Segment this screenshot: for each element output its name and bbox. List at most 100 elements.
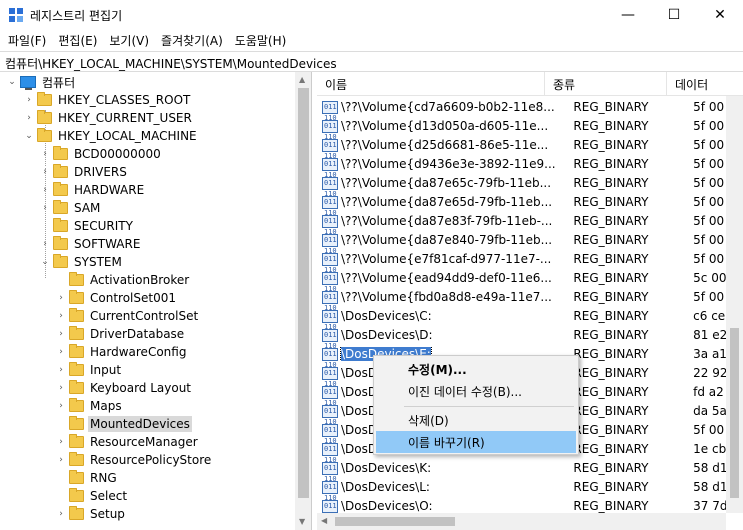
value-type: REG_BINARY [573, 480, 649, 494]
tree-node-keyboard-layout[interactable]: › Keyboard Layout [56, 379, 193, 397]
tree-node-select[interactable]: Select [56, 487, 129, 505]
list-row[interactable]: 011 110 \??\Volume{fbd0a8d8-e49a-11e7... RE… [317, 288, 743, 312]
tree-label: Select [90, 489, 128, 503]
list-horizontal-scrollbar[interactable]: ◀ [317, 513, 726, 530]
folder-icon [37, 92, 52, 106]
tree-node-activationbroker[interactable]: ActivationBroker [56, 271, 191, 289]
tree-node-driverdatabase[interactable]: › DriverDatabase [56, 325, 186, 343]
chevron-right-icon[interactable]: › [24, 109, 34, 127]
value-type: REG_BINARY [573, 290, 649, 304]
tree-node-security[interactable]: SECURITY [40, 217, 135, 235]
tree-node-resourcemanager[interactable]: › ResourceManager [56, 433, 200, 451]
menu-file[interactable]: 파일(F) [2, 32, 52, 49]
scroll-up-arrow-icon[interactable]: ▲ [299, 75, 305, 84]
chevron-right-icon[interactable]: › [40, 235, 50, 253]
column-header-name[interactable]: 이름 [317, 72, 545, 96]
context-menu-modify-binary[interactable]: 이진 데이터 수정(B)... [376, 380, 576, 402]
context-menu-modify[interactable]: 수정(M)... [376, 358, 576, 380]
folder-icon [53, 236, 68, 250]
chevron-right-icon[interactable]: › [56, 433, 66, 451]
tree-label: HKEY_LOCAL_MACHINE [58, 129, 197, 143]
folder-icon [69, 290, 84, 304]
tree-node-hkcr[interactable]: › HKEY_CLASSES_ROOT [24, 91, 192, 109]
scroll-left-arrow-icon[interactable]: ◀ [321, 516, 327, 525]
list-row[interactable]: 011 110 \??\Volume{da87e65d-79fb-11eb... RE… [317, 193, 743, 217]
chevron-right-icon[interactable]: › [56, 379, 66, 397]
list-row[interactable]: 011 110 \DosDevices\K: REG_BINARY 58 d1 52 [317, 459, 743, 483]
list-row[interactable]: 011 110 \??\Volume{d13d050a-d605-11e... REG… [317, 117, 743, 141]
column-header-type[interactable]: 종류 [545, 72, 667, 96]
tree-node-setup[interactable]: › Setup [56, 505, 127, 523]
chevron-down-icon[interactable]: ⌄ [24, 127, 34, 145]
list-row[interactable]: 011 110 \DosDevices\C: REG_BINARY c6 ce 0d [317, 307, 743, 331]
list-row[interactable]: 011 110 \DosDevices\L: REG_BINARY 58 d1 52 [317, 478, 743, 502]
menu-help[interactable]: 도움말(H) [229, 32, 293, 49]
tree-node-mounteddevices[interactable]: MountedDevices [56, 415, 192, 433]
list-vscroll-thumb[interactable] [730, 328, 739, 498]
list-row[interactable]: 011 110 \??\Volume{e7f81caf-d977-11e7-... R… [317, 250, 743, 274]
list-row[interactable]: 011 110 \??\Volume{da87e840-79fb-11eb... RE… [317, 231, 743, 255]
context-menu-rename[interactable]: 이름 바꾸기(R) [376, 431, 576, 453]
scroll-down-arrow-icon[interactable]: ▼ [299, 517, 305, 526]
tree-node-maps[interactable]: › Maps [56, 397, 124, 415]
chevron-down-icon[interactable]: ⌄ [7, 73, 17, 91]
chevron-right-icon[interactable]: › [40, 163, 50, 181]
tree-scrollbar[interactable]: ▲ ▼ [295, 72, 311, 530]
folder-icon [69, 506, 84, 520]
address-bar[interactable]: 컴퓨터\HKEY_LOCAL_MACHINE\SYSTEM\MountedDev… [0, 51, 743, 72]
tree-node-hardwareconfig[interactable]: › HardwareConfig [56, 343, 188, 361]
tree-node-input[interactable]: › Input [56, 361, 123, 379]
column-header-data[interactable]: 데이터 [667, 72, 743, 96]
chevron-right-icon[interactable]: › [56, 397, 66, 415]
list-row[interactable]: 011 110 \??\Volume{cd7a6609-b0b2-11e8... RE… [317, 98, 743, 122]
value-name: \??\Volume{cd7a6609-b0b2-11e8... [340, 100, 564, 114]
minimize-button[interactable]: — [605, 0, 651, 30]
tree-node-currentcontrolset[interactable]: › CurrentControlSet [56, 307, 200, 325]
tree-node-drivers[interactable]: › DRIVERS [40, 163, 129, 181]
chevron-right-icon[interactable]: › [56, 325, 66, 343]
maximize-button[interactable]: ☐ [651, 0, 697, 30]
menu-edit[interactable]: 편집(E) [52, 32, 103, 49]
chevron-down-icon[interactable]: ⌄ [40, 253, 50, 271]
tree-node-software[interactable]: › SOFTWARE [40, 235, 142, 253]
chevron-right-icon[interactable]: › [56, 289, 66, 307]
chevron-right-icon[interactable]: › [56, 505, 66, 523]
list-row[interactable]: 011 110 \??\Volume{d9436e3e-3892-11e9... RE… [317, 155, 743, 179]
chevron-right-icon[interactable]: › [56, 343, 66, 361]
tree-node-hkcu[interactable]: › HKEY_CURRENT_USER [24, 109, 194, 127]
tree-node-hklm[interactable]: ⌄ HKEY_LOCAL_MACHINE [24, 127, 199, 145]
tree-node-computer[interactable]: ⌄ 컴퓨터 [7, 73, 77, 91]
list-row[interactable]: 011 110 \??\Volume{ead94dd9-def0-11e6... RE… [317, 269, 743, 293]
list-row[interactable]: 011 110 \??\Volume{da87e65c-79fb-11eb... RE… [317, 174, 743, 198]
menu-view[interactable]: 보기(V) [103, 32, 155, 49]
tree-node-bcd[interactable]: › BCD00000000 [40, 145, 163, 163]
binary-value-icon: 011110 [322, 404, 338, 426]
value-list[interactable]: 이름 종류 데이터 011 110 \??\Volume{cd7a6609-b0b2… [317, 72, 743, 530]
key-tree[interactable]: ⌄ 컴퓨터 › HKEY_CLASSES_ROOT › HKEY_CURRENT… [0, 72, 312, 530]
tree-node-sam[interactable]: › SAM [40, 199, 102, 217]
value-name-text: \??\Volume{da87e65d-79fb-11eb... [341, 195, 553, 209]
chevron-right-icon[interactable]: › [56, 361, 66, 379]
list-row[interactable]: 011 110 \??\Volume{d25d6681-86e5-11e... REG… [317, 136, 743, 160]
chevron-right-icon[interactable]: › [24, 91, 34, 109]
tree-node-system[interactable]: ⌄ SYSTEM [40, 253, 124, 271]
chevron-right-icon[interactable]: › [56, 451, 66, 469]
value-type: REG_BINARY [573, 404, 649, 418]
tree-node-controlset001[interactable]: › ControlSet001 [56, 289, 178, 307]
chevron-right-icon[interactable]: › [40, 145, 50, 163]
value-name-text: \??\Volume{cd7a6609-b0b2-11e8... [341, 100, 555, 114]
tree-node-resourcepolicystore[interactable]: › ResourcePolicyStore [56, 451, 213, 469]
list-vertical-scrollbar[interactable] [726, 96, 743, 513]
tree-node-hardware[interactable]: › HARDWARE [40, 181, 146, 199]
list-hscroll-thumb[interactable] [335, 517, 455, 526]
tree-node-rng[interactable]: RNG [56, 469, 119, 487]
list-row[interactable]: 011 110 \??\Volume{da87e83f-79fb-11eb-... R… [317, 212, 743, 236]
context-menu-delete[interactable]: 삭제(D) [376, 409, 576, 431]
chevron-right-icon[interactable]: › [40, 181, 50, 199]
list-row[interactable]: 011 110 \DosDevices\D: REG_BINARY 81 e2 3a [317, 326, 743, 350]
menu-favorites[interactable]: 즐겨찾기(A) [155, 32, 229, 49]
chevron-right-icon[interactable]: › [56, 307, 66, 325]
tree-scroll-thumb[interactable] [298, 88, 309, 498]
chevron-right-icon[interactable]: › [40, 199, 50, 217]
close-button[interactable]: ✕ [697, 0, 743, 30]
